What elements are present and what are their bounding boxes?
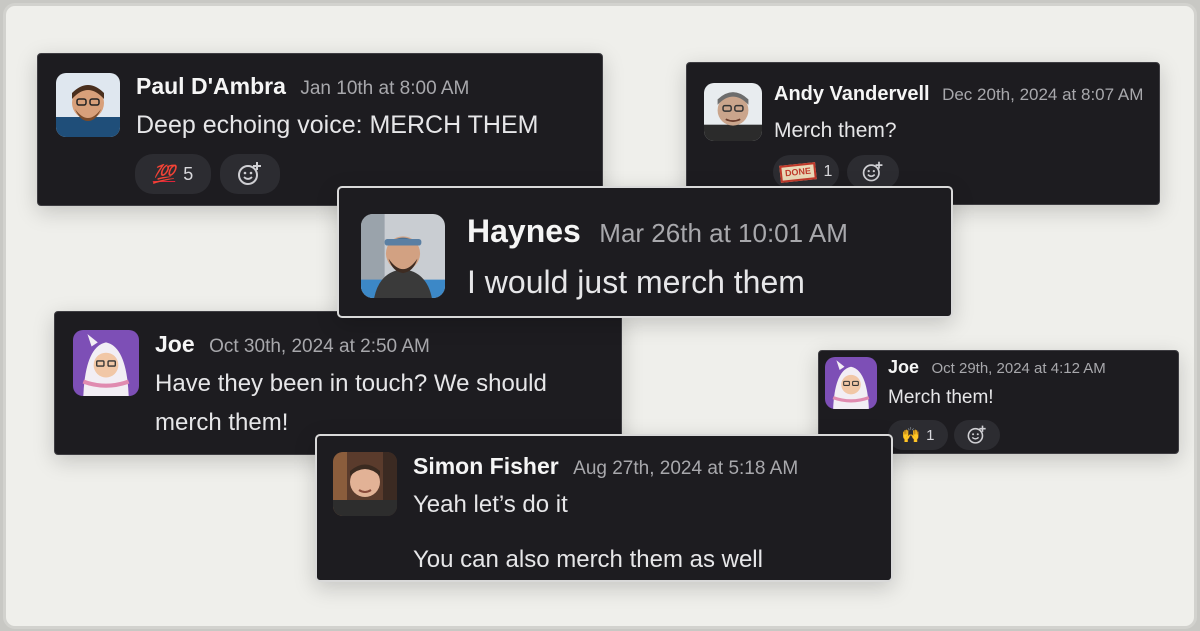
add-reaction-button[interactable] [954,420,1000,450]
canvas: Paul D'Ambra Jan 10th at 8:00 AM Deep ec… [3,3,1197,629]
message-text-line-2: You can also merch them as well [413,546,763,573]
message-text-line-1: Have they been in touch? We should [155,370,547,397]
author-name[interactable]: Paul D'Ambra [136,73,286,99]
message-header: Haynes Mar 26th at 10:01 AM [467,213,848,250]
message-text-line-1: Yeah let’s do it [413,491,568,518]
avatar-andy[interactable] [704,83,762,141]
reaction-pill[interactable]: 🙌 1 [888,420,948,450]
author-name[interactable]: Joe [888,357,919,377]
add-reaction-button[interactable] [220,154,280,194]
author-name[interactable]: Andy Vandervell [774,83,930,105]
message-text: I would just merch them [467,264,805,300]
raised-hands-emoji-icon: 🙌 [901,427,921,444]
message-text-line-2: merch them! [155,409,289,436]
add-reaction-button[interactable] [847,155,899,189]
avatar-simon[interactable] [333,452,397,516]
reaction-count: 1 [823,163,833,180]
timestamp[interactable]: Jan 10th at 8:00 AM [300,78,469,99]
timestamp[interactable]: Oct 30th, 2024 at 2:50 AM [209,336,430,357]
avatar-haynes[interactable] [361,214,445,298]
reaction-pill[interactable]: 💯 5 [135,154,211,194]
timestamp[interactable]: Mar 26th at 10:01 AM [599,218,848,248]
message-text: Deep echoing voice: MERCH THEM [136,111,539,139]
add-emoji-icon [862,161,883,182]
author-name[interactable]: Joe [155,331,195,357]
avatar-joe[interactable] [73,330,139,396]
reaction-pill[interactable]: DONE 1 [773,155,839,189]
add-emoji-icon [238,162,261,185]
message-text: Merch them? [774,119,897,142]
timestamp[interactable]: Dec 20th, 2024 at 8:07 AM [942,85,1143,104]
reaction-count: 1 [926,426,935,444]
100-emoji-icon: 💯 [152,163,176,184]
add-emoji-icon [967,425,986,444]
author-name[interactable]: Haynes [467,213,581,249]
message-header: Simon Fisher Aug 27th, 2024 at 5:18 AM [413,453,798,480]
done-emoji-icon: DONE [778,161,817,183]
timestamp[interactable]: Oct 29th, 2024 at 4:12 AM [931,360,1105,377]
message-card-haynes: Haynes Mar 26th at 10:01 AM I would just… [337,186,953,318]
message-header: Andy Vandervell Dec 20th, 2024 at 8:07 A… [774,83,1143,106]
message-header: Paul D'Ambra Jan 10th at 8:00 AM [136,73,469,100]
author-name[interactable]: Simon Fisher [413,453,559,479]
avatar-joe[interactable] [825,357,877,409]
message-card-paul: Paul D'Ambra Jan 10th at 8:00 AM Deep ec… [37,53,603,206]
message-card-simon: Simon Fisher Aug 27th, 2024 at 5:18 AM Y… [315,434,893,582]
message-card-andy: Andy Vandervell Dec 20th, 2024 at 8:07 A… [686,62,1160,205]
timestamp[interactable]: Aug 27th, 2024 at 5:18 AM [573,458,798,479]
message-header: Joe Oct 29th, 2024 at 4:12 AM [888,357,1106,378]
message-text: Merch them! [888,387,994,408]
reaction-count: 5 [183,163,194,184]
message-header: Joe Oct 30th, 2024 at 2:50 AM [155,331,430,358]
avatar-paul[interactable] [56,73,120,137]
